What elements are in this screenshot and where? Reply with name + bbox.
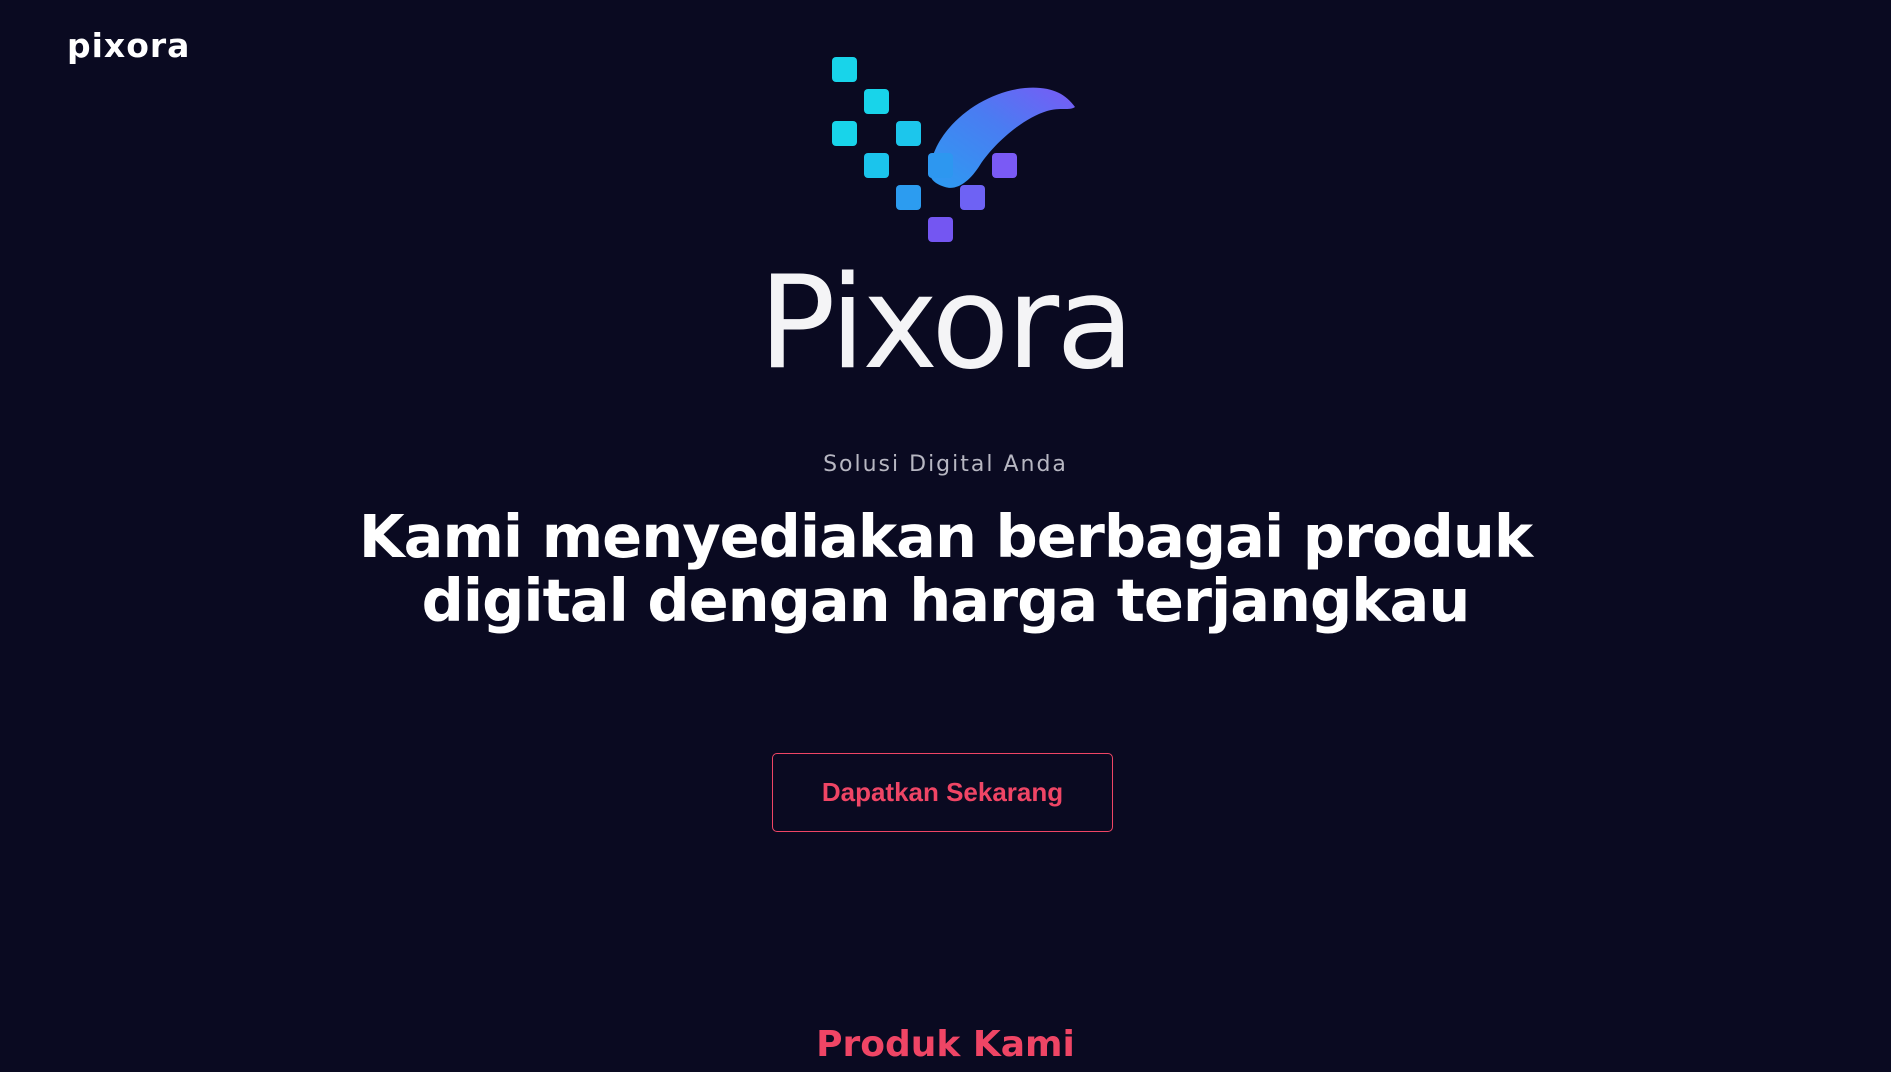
hero-logo: Pixora [725,45,1165,400]
pixel-swoosh-logo-icon [832,57,1075,242]
logo-wordmark: Pixora [758,249,1134,398]
landing-page: { "nav": { "brand": "pixora" }, "hero": … [0,0,1891,1072]
get-now-button[interactable]: Dapatkan Sekarang [772,753,1113,832]
hero-tagline: Solusi Digital Anda [823,452,1068,477]
hero-headline: Kami menyediakan berbagai produk digital… [358,502,1533,635]
brand-logo-link[interactable]: pixora [67,26,190,65]
products-section-title: Produk Kami [816,1024,1075,1065]
